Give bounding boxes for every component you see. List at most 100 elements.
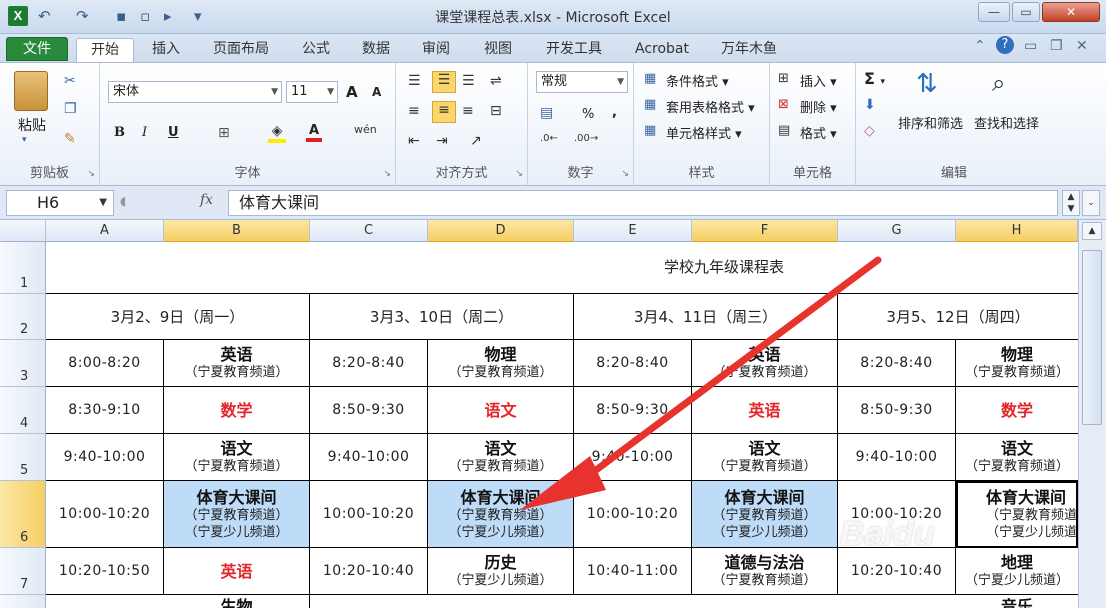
time-cell[interactable]: 8:20-8:40 [310,340,428,387]
font-name-select[interactable]: 宋体 ▼ [108,81,282,103]
currency-icon[interactable]: ▤ [540,105,553,121]
time-cell[interactable]: 10:20-10:40 [310,548,428,595]
align-top-icon[interactable]: ☰ [408,73,421,89]
tab-file[interactable]: 文件 [6,37,68,61]
subject-cell[interactable]: 数学 [956,387,1078,434]
align-middle-icon[interactable]: ☰ [432,71,456,93]
tab-page-layout[interactable]: 页面布局 [204,38,278,62]
paste-icon[interactable] [14,71,48,111]
time-cell[interactable]: 9:40-10:00 [310,434,428,481]
column-header-d[interactable]: D [428,220,574,242]
ribbon-collapse-icon[interactable]: ⌃ [974,38,986,54]
column-header-g[interactable]: G [838,220,956,242]
orientation-icon[interactable]: ↗ [470,133,482,149]
tab-formulas[interactable]: 公式 [294,38,338,62]
font-color-button[interactable]: A [306,123,322,142]
grow-font-button[interactable]: A [346,83,358,101]
increase-indent-icon[interactable]: ⇥ [436,133,448,149]
time-cell[interactable]: 10:20-10:50 [46,548,164,595]
percent-button[interactable]: % [582,107,594,122]
time-cell[interactable]: 10:00-10:20 [46,481,164,548]
day-header-wed[interactable]: 3月4、11日（周三） [574,294,838,340]
italic-button[interactable]: I [142,125,147,140]
formula-scroll-icon[interactable]: ▲ ▼ [1062,190,1080,216]
help-icon[interactable]: ? [996,36,1014,54]
subject-cell[interactable]: 语文 （宁夏教育频道） [692,434,838,481]
insert-cells-icon[interactable]: ⊞ [778,71,789,86]
tab-wannianmuyu[interactable]: 万年木鱼 [712,38,786,62]
format-cells-icon[interactable]: ▤ [778,123,790,138]
decrease-indent-icon[interactable]: ⇤ [408,133,420,149]
time-cell[interactable]: 10:40-11:00 [574,548,692,595]
align-bottom-icon[interactable]: ☰ [462,73,475,89]
row-header-5[interactable]: 5 [0,434,46,481]
day-header-thu[interactable]: 3月5、12日（周四） [838,294,1078,340]
time-cell[interactable]: 8:30-9:10 [46,387,164,434]
time-cell[interactable]: 8:50-9:30 [310,387,428,434]
conditional-format-button[interactable]: 条件格式 ▾ [666,71,729,90]
number-launcher-icon[interactable]: ↘ [621,169,629,179]
underline-button[interactable]: U [168,125,179,140]
row-header-7[interactable]: 7 [0,548,46,595]
time-cell[interactable]: 8:20-8:40 [838,340,956,387]
insert-cells-button[interactable]: 插入 ▾ [800,71,837,90]
row-header-6[interactable]: 6 [0,481,46,548]
subject-cell-selected[interactable]: 体育大课间 （宁夏教育频道） （宁夏少儿频道） [164,481,310,548]
alignment-launcher-icon[interactable]: ↘ [515,169,523,179]
format-as-table-icon[interactable]: ▦ [644,97,656,112]
time-cell[interactable]: 9:40-10:00 [574,434,692,481]
scrollbar-thumb[interactable] [1082,250,1102,425]
column-header-b[interactable]: B [164,220,310,242]
row-header-4[interactable]: 4 [0,387,46,434]
subject-cell[interactable]: 生物 [164,595,310,608]
format-cells-button[interactable]: 格式 ▾ [800,123,837,142]
subject-cell-selected[interactable]: 体育大课间 （宁夏教育频道） （宁夏少儿频道） [692,481,838,548]
subject-cell[interactable]: 物理 （宁夏教育频道） [956,340,1078,387]
subject-cell[interactable]: 英语 [164,548,310,595]
name-box[interactable]: H6 ▼ [6,190,114,216]
sheet-title-cell[interactable]: 学校九年级课程表 [46,242,1078,294]
cut-icon[interactable]: ✂ [64,73,76,89]
fill-color-icon[interactable]: ◈ [268,123,286,143]
subject-cell[interactable]: 语文 （宁夏教育频道） [428,434,574,481]
subject-cell[interactable]: 语文 （宁夏教育频道） [164,434,310,481]
comma-style-button[interactable]: , [612,105,617,120]
day-header-tue[interactable]: 3月3、10日（周二） [310,294,574,340]
day-header-mon[interactable]: 3月2、9日（周一） [46,294,310,340]
align-left-icon[interactable]: ≡ [408,103,420,119]
time-cell[interactable]: 9:40-10:00 [46,434,164,481]
subject-cell[interactable]: 英语 （宁夏教育频道） [692,340,838,387]
subject-cell[interactable]: 英语 （宁夏教育频道） [164,340,310,387]
find-select-button[interactable]: 查找和选择 [974,113,1039,132]
subject-cell[interactable]: 物理 （宁夏教育频道） [428,340,574,387]
tab-view[interactable]: 视图 [474,38,522,62]
row-header-1[interactable]: 1 [0,242,46,294]
shrink-font-button[interactable]: A [372,85,381,99]
column-header-a[interactable]: A [46,220,164,242]
increase-decimal-icon[interactable]: .0← [540,133,558,144]
format-painter-icon[interactable]: ✎ [64,131,76,147]
subject-cell[interactable]: 语文 （宁夏教育频道） [956,434,1078,481]
time-cell[interactable]: 8:00-8:20 [46,340,164,387]
row-header-8[interactable] [0,595,46,608]
time-cell[interactable]: 10:00-10:20 [310,481,428,548]
subject-cell[interactable]: 数学 [164,387,310,434]
close-button[interactable]: ✕ [1042,2,1100,22]
tab-insert[interactable]: 插入 [142,38,190,62]
number-format-select[interactable]: 常规 ▼ [536,71,628,93]
tab-acrobat[interactable]: Acrobat [626,38,698,62]
subject-cell[interactable]: 地理 （宁夏少儿频道） [956,548,1078,595]
formula-bar-expand-icon[interactable]: ⌄ [1082,190,1100,216]
borders-icon[interactable]: ⊞ [218,125,230,141]
merge-center-icon[interactable]: ⊟ [490,103,502,119]
subject-cell[interactable]: 历史 （宁夏少儿频道） [428,548,574,595]
decrease-decimal-icon[interactable]: .00→ [574,133,598,144]
row-header-3[interactable]: 3 [0,340,46,387]
subject-cell[interactable]: 语文 [428,387,574,434]
tab-developer[interactable]: 开发工具 [536,38,612,62]
cell-styles-icon[interactable]: ▦ [644,123,656,138]
subject-cell[interactable]: 音乐 [956,595,1078,608]
subject-cell-selected[interactable]: 体育大课间 （宁夏教育频道） （宁夏少儿频道） [428,481,574,548]
clear-icon[interactable]: ◇ [864,123,875,139]
column-header-h[interactable]: H [956,220,1078,242]
